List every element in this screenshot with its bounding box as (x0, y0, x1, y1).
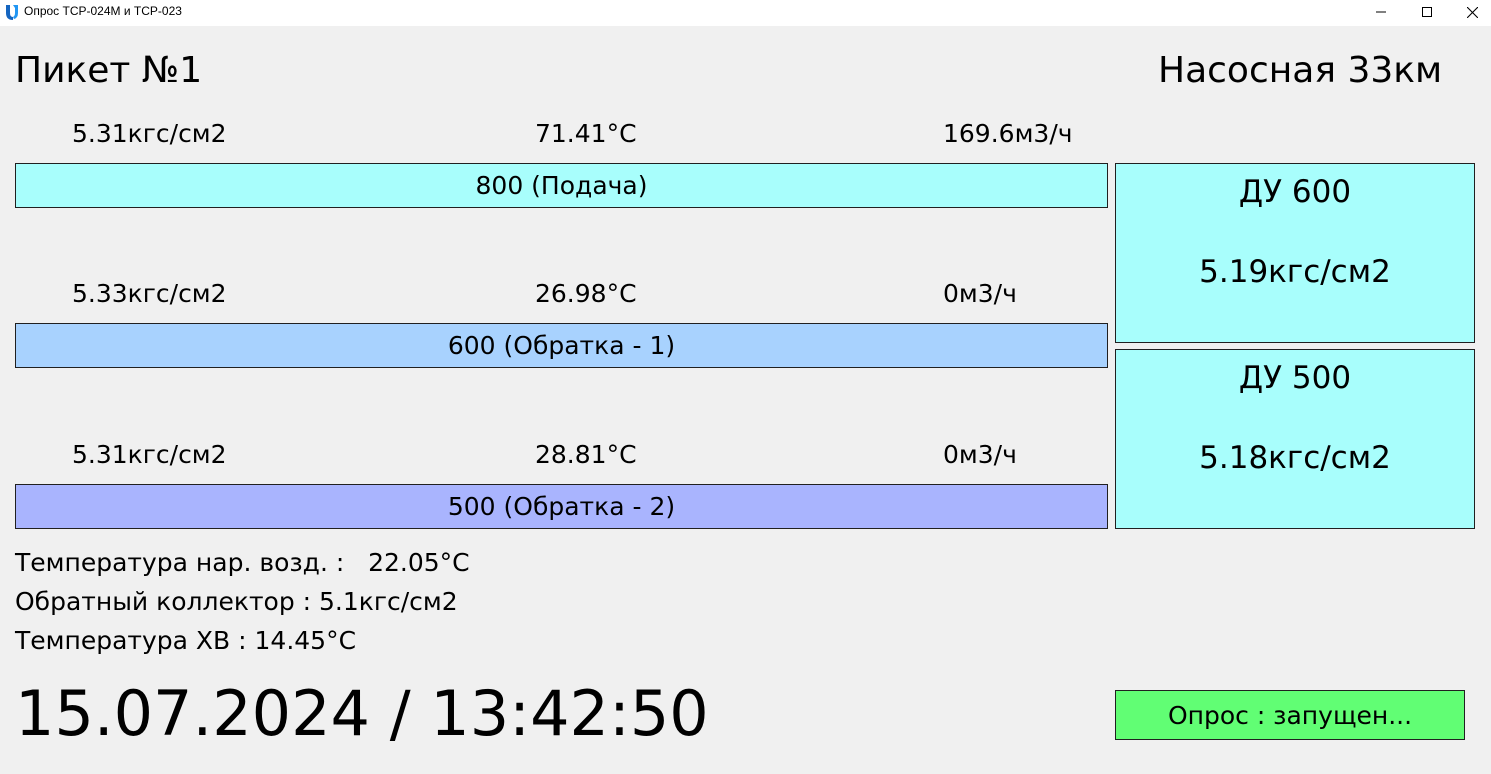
piket-title: Пикет №1 (15, 50, 203, 91)
pipe-500-flow: 0м3/ч (943, 440, 1017, 469)
du-500-panel: ДУ 500 5.18кгс/см2 (1115, 349, 1475, 529)
window-title: Опрос ТСР-024М и ТСР-023 (24, 4, 182, 18)
pipe-800-bar: 800 (Подача) (15, 163, 1108, 208)
title-bar: Опрос ТСР-024М и ТСР-023 (0, 0, 1491, 26)
cold-water-temperature: Температура ХВ : 14.45°C (15, 626, 357, 655)
pipe-600-bar: 600 (Обратка - 1) (15, 323, 1108, 368)
return-collector-pressure: Обратный коллектор : 5.1кгс/см2 (15, 587, 458, 616)
poll-status-label: Опрос : запущен... (1167, 700, 1413, 730)
pipe-600-temperature: 26.98°C (535, 279, 637, 308)
pipe-800-label: 800 (Подача) (475, 171, 648, 200)
station-title: Насосная 33км (1158, 50, 1443, 91)
pipe-800-flow: 169.6м3/ч (943, 119, 1073, 148)
current-datetime: 15.07.2024 / 13:42:50 (15, 677, 709, 750)
pipe-500-bar: 500 (Обратка - 2) (15, 484, 1108, 529)
pipe-600-flow: 0м3/ч (943, 279, 1017, 308)
pipe-500-pressure: 5.31кгс/см2 (72, 440, 227, 469)
du-600-name: ДУ 600 (1238, 174, 1352, 210)
pipe-800-temperature: 71.41°C (535, 119, 637, 148)
poll-status-button[interactable]: Опрос : запущен... (1115, 690, 1465, 740)
minimize-icon (1376, 11, 1386, 13)
maximize-button[interactable] (1404, 0, 1450, 24)
outdoor-temperature: Температура нар. возд. : 22.05°C (15, 548, 470, 577)
du-500-name: ДУ 500 (1238, 360, 1352, 396)
app-logo-icon (4, 3, 20, 21)
minimize-button[interactable] (1358, 0, 1404, 24)
du-500-pressure: 5.18кгс/см2 (1199, 440, 1391, 476)
du-600-panel: ДУ 600 5.19кгс/см2 (1115, 163, 1475, 343)
close-button[interactable] (1449, 0, 1491, 24)
pipe-500-temperature: 28.81°C (535, 440, 637, 469)
pipe-600-label: 600 (Обратка - 1) (447, 331, 676, 360)
close-icon (1466, 6, 1478, 18)
pipe-600-pressure: 5.33кгс/см2 (72, 279, 227, 308)
maximize-icon (1422, 7, 1432, 17)
pipe-500-label: 500 (Обратка - 2) (447, 492, 676, 521)
du-600-pressure: 5.19кгс/см2 (1199, 254, 1391, 290)
pipe-800-pressure: 5.31кгс/см2 (72, 119, 227, 148)
